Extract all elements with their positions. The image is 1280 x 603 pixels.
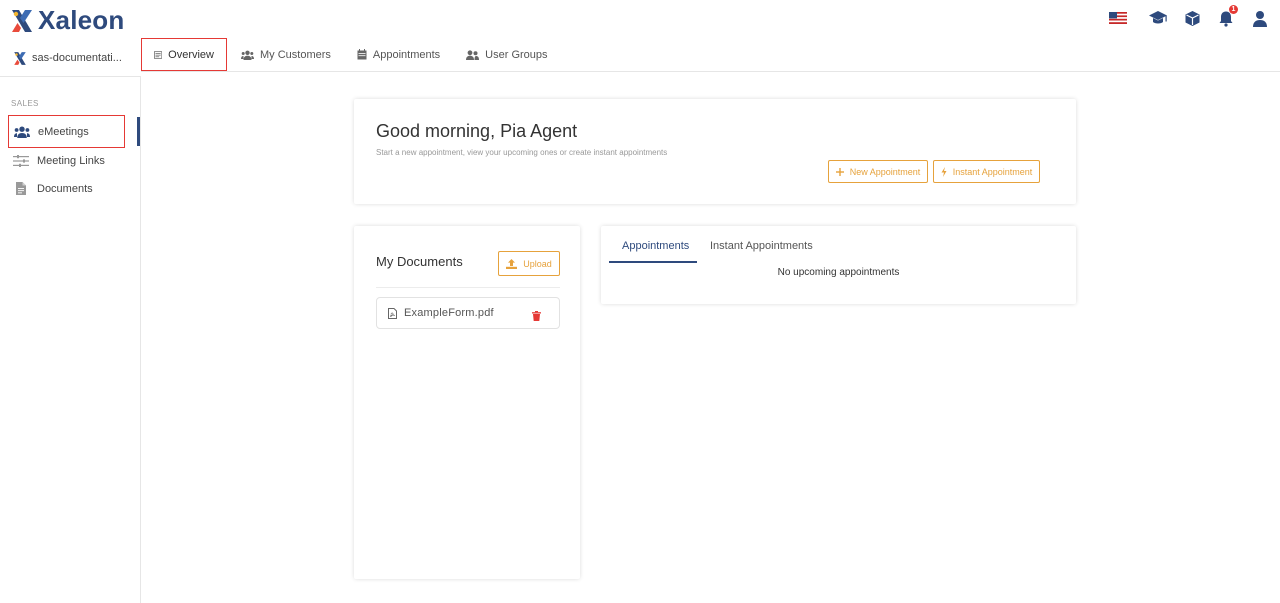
plus-icon [835,167,844,176]
sidebar-item-documents-label: Documents [37,182,93,195]
document-icon [16,182,26,195]
tab-user-groups[interactable]: User Groups [454,38,559,71]
welcome-card: Good morning, Pia Agent Start a new appo… [354,99,1076,204]
top-icons: 1 [1108,5,1270,28]
calendar-icon [357,49,367,60]
sidebar-section-title: SALES [11,99,39,108]
notification-badge: 1 [1229,5,1238,14]
tab-instant-appointments[interactable]: Instant Appointments [710,240,813,264]
tab-user-groups-label: User Groups [485,48,548,61]
documents-divider [376,287,560,288]
upload-label: Upload [523,258,552,269]
top-bar: Xaleon 1 [0,0,1280,40]
greeting-subtitle: Start a new appointment, view your upcom… [376,148,668,157]
sliders-icon [13,154,29,167]
tab-active-underline [609,261,697,263]
tab-appointments[interactable]: Appointments [345,38,452,71]
greeting-title: Good morning, Pia Agent [376,121,578,141]
documents-card: My Documents Upload ExampleForm.pdf [354,226,580,579]
tab-overview[interactable]: Overview [141,38,227,71]
lightning-icon [941,166,947,177]
main-nav: Overview My Customers Appointments User … [141,38,1280,72]
appointments-card: Appointments Instant Appointments No upc… [601,226,1076,304]
file-name: ExampleForm.pdf [404,307,494,319]
sidebar-item-emeetings-label: eMeetings [38,125,89,138]
user-groups-icon [466,49,480,60]
documents-title: My Documents [376,254,463,269]
people-icon [14,126,30,138]
tab-instant-appointments-label: Instant Appointments [710,240,813,252]
cube-icon[interactable] [1182,8,1202,28]
sidebar-active-indicator [137,117,140,146]
logo-text: Xaleon [38,5,125,35]
sidebar-item-meeting-links-label: Meeting Links [37,154,105,167]
overview-icon [154,50,163,59]
workspace-logo-icon [14,51,26,65]
new-appointment-button[interactable]: New Appointment [828,160,928,183]
graduation-cap-icon[interactable] [1148,8,1168,28]
user-icon[interactable] [1250,8,1270,28]
app: Xaleon 1 sas-documentati... Overview My … [0,0,1280,603]
instant-appointment-button[interactable]: Instant Appointment [933,160,1040,183]
tab-appointments-label: Appointments [372,48,441,61]
workspace-selector[interactable]: sas-documentati... [0,40,141,77]
pdf-file-icon [388,307,397,319]
language-flag-icon[interactable] [1108,8,1128,28]
sidebar-item-documents[interactable]: Documents [8,172,125,205]
xaleon-logo-icon [12,9,32,32]
bell-icon[interactable]: 1 [1216,5,1238,28]
workspace-name: sas-documentati... [32,52,122,64]
new-appointment-label: New Appointment [849,166,921,177]
file-item[interactable]: ExampleForm.pdf [376,297,560,329]
tab-appointments-list-label: Appointments [622,240,690,252]
delete-file-button[interactable] [532,308,541,326]
tab-my-customers[interactable]: My Customers [229,38,343,71]
logo[interactable]: Xaleon [10,5,124,36]
upload-button[interactable]: Upload [498,251,560,276]
tab-overview-label: Overview [168,48,214,61]
instant-appointment-label: Instant Appointment [952,166,1033,177]
users-icon [241,50,254,60]
upload-icon [506,258,518,269]
trash-icon [532,311,541,321]
empty-appointments-message: No upcoming appointments [777,267,900,278]
tab-my-customers-label: My Customers [260,48,331,61]
sidebar: SALES eMeetings Meeting Links Documents [0,77,141,603]
